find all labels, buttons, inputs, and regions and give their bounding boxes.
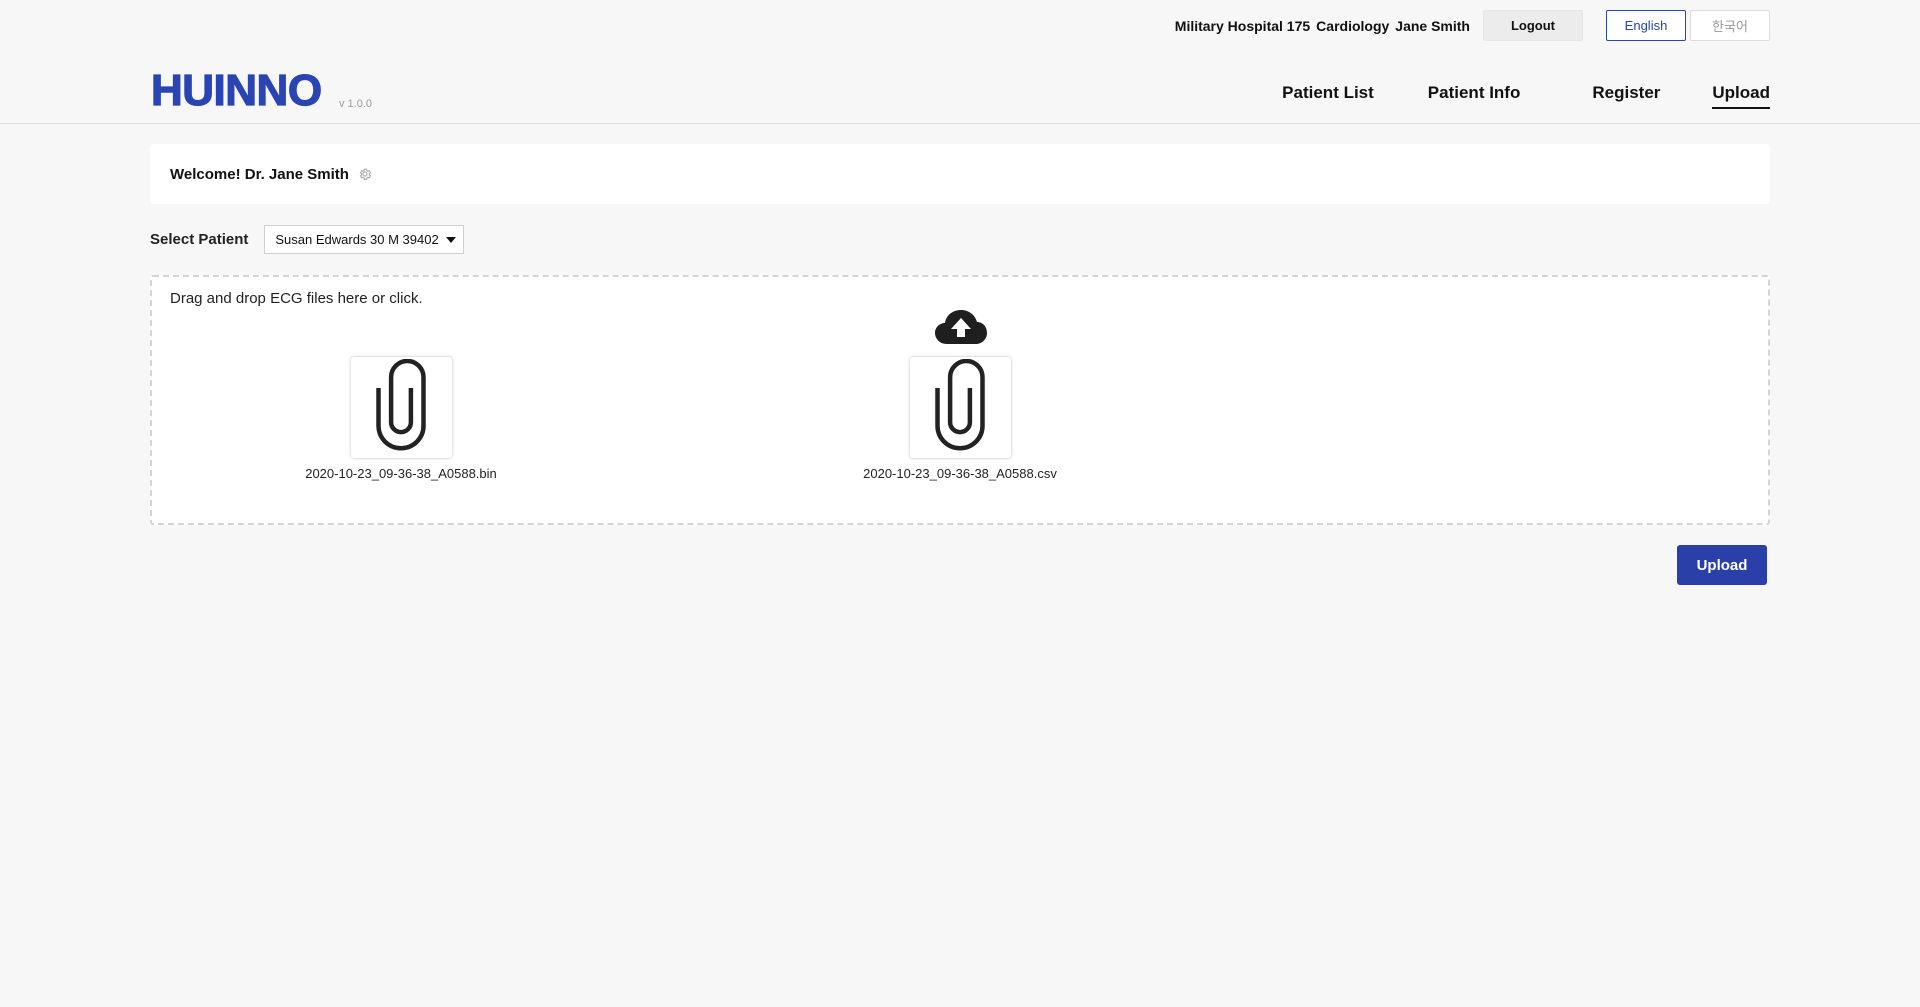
logo[interactable]: HUINNO [150, 68, 322, 113]
user-name: Jane Smith [1395, 17, 1470, 34]
nav-upload[interactable]: Upload [1712, 83, 1770, 109]
department-name: Cardiology [1316, 17, 1390, 34]
nav-patient-info[interactable]: Patient Info [1428, 83, 1521, 109]
hospital-name: Military Hospital 175 [1174, 17, 1311, 34]
select-patient-row: Select Patient Susan Edwards 30 M 39402 [150, 225, 465, 254]
welcome-message: Welcome! Dr. Jane Smith [170, 165, 349, 183]
upload-button[interactable]: Upload [1677, 545, 1767, 585]
welcome-card: Welcome! Dr. Jane Smith [150, 144, 1770, 204]
patient-select-value: Susan Edwards 30 M 39402 [275, 232, 439, 247]
main-header: HUINNO v 1.0.0 Patient List Patient Info… [0, 55, 1920, 124]
file-thumbnail [350, 357, 452, 458]
main-nav: Patient List Patient Info Register Uploa… [1282, 83, 1770, 109]
nav-register[interactable]: Register [1592, 83, 1660, 109]
gear-icon[interactable] [358, 167, 372, 181]
language-english-button[interactable]: English [1606, 10, 1686, 41]
file-dropzone[interactable]: Drag and drop ECG files here or click. 2… [150, 275, 1770, 525]
paperclip-icon [935, 358, 985, 456]
file-name: 2020-10-23_09-36-38_A0588.csv [863, 466, 1057, 481]
app-version: v 1.0.0 [339, 98, 373, 110]
language-korean-button[interactable]: 한국어 [1690, 10, 1770, 41]
file-thumbnail [909, 357, 1011, 458]
top-utility-bar: Military Hospital 175 Cardiology Jane Sm… [1175, 10, 1770, 41]
nav-patient-list[interactable]: Patient List [1282, 83, 1374, 109]
cloud-upload-icon [934, 308, 988, 346]
patient-select[interactable]: Susan Edwards 30 M 39402 [264, 225, 465, 254]
logout-button[interactable]: Logout [1483, 10, 1583, 41]
uploaded-file[interactable]: 2020-10-23_09-36-38_A0588.csv [850, 357, 1070, 481]
select-patient-label: Select Patient [150, 231, 249, 248]
file-name: 2020-10-23_09-36-38_A0588.bin [305, 466, 497, 481]
uploaded-file[interactable]: 2020-10-23_09-36-38_A0588.bin [291, 357, 511, 481]
dropzone-instruction: Drag and drop ECG files here or click. [170, 290, 423, 307]
paperclip-icon [376, 358, 426, 456]
caret-down-icon [445, 236, 456, 243]
user-info: Military Hospital 175 Cardiology Jane Sm… [1175, 18, 1470, 34]
